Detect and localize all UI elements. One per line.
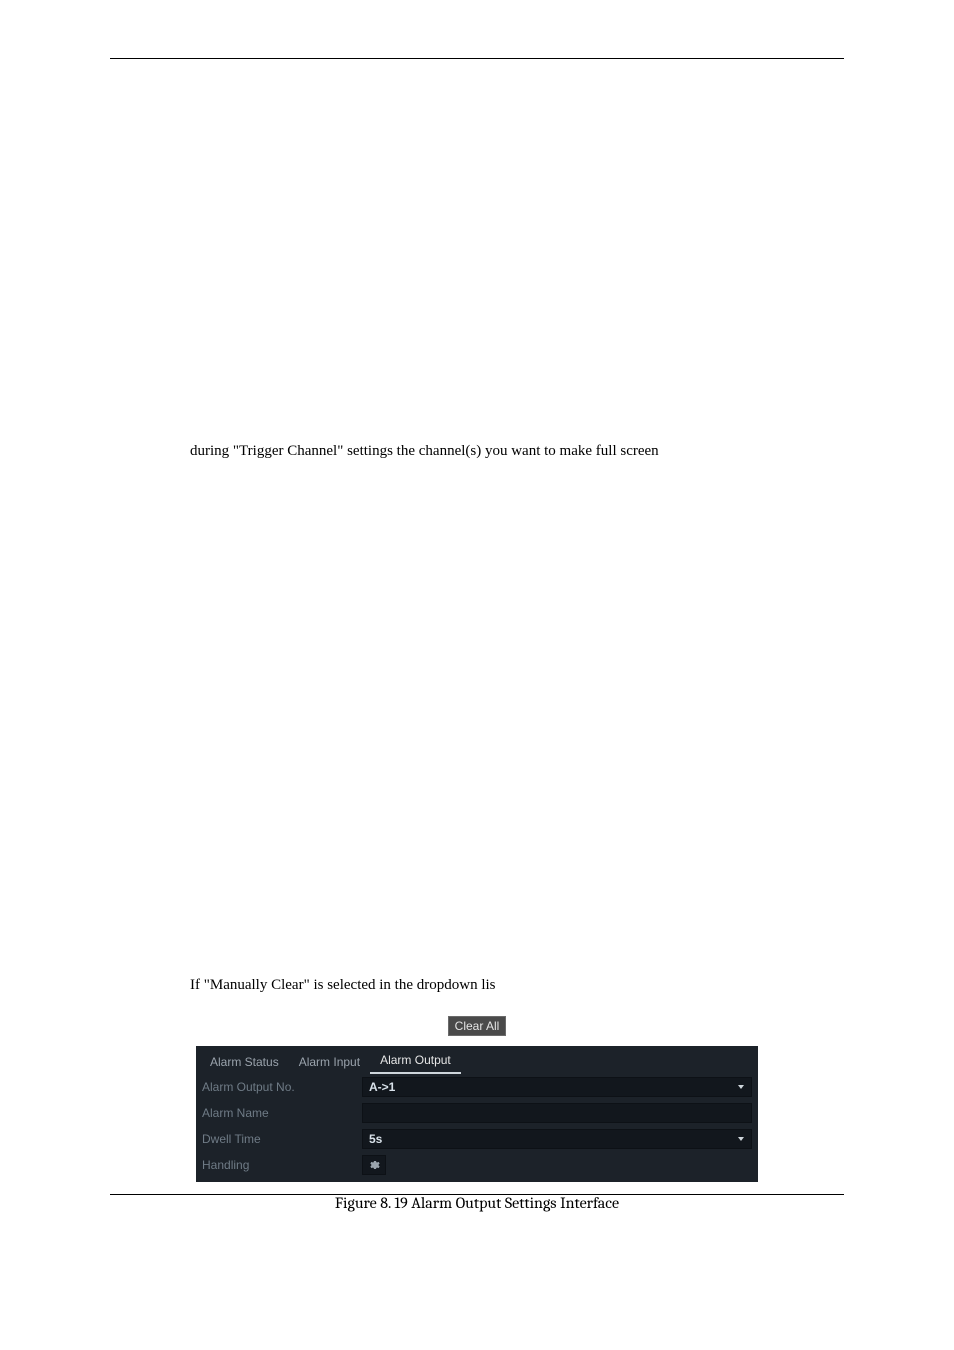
bottom-rule [110,1194,844,1195]
clear-all-button[interactable]: Clear All [448,1016,507,1036]
label-alarm-name: Alarm Name [202,1106,362,1120]
chevron-down-icon [736,1134,746,1144]
tab-alarm-input[interactable]: Alarm Input [289,1052,370,1074]
alarm-output-panel: Alarm Status Alarm Input Alarm Output Al… [196,1046,758,1182]
select-dwell-time[interactable]: 5s [362,1129,752,1149]
label-handling: Handling [202,1158,362,1172]
body-line-manually-clear: If "Manually Clear" is selected in the d… [190,973,844,999]
label-dwell-time: Dwell Time [202,1132,362,1146]
figure-caption: Figure 8. 19 Alarm Output Settings Inter… [110,1194,844,1212]
select-alarm-output-no[interactable]: A->1 [362,1077,752,1097]
alarm-tabs: Alarm Status Alarm Input Alarm Output [196,1046,758,1074]
body-line-trigger-channel: during "Trigger Channel" settings the ch… [190,439,844,465]
input-alarm-name[interactable] [362,1103,752,1123]
chevron-down-icon [736,1082,746,1092]
tab-alarm-output[interactable]: Alarm Output [370,1050,461,1074]
top-rule [110,58,844,59]
select-dwell-time-value: 5s [369,1132,382,1146]
tab-alarm-status[interactable]: Alarm Status [200,1052,289,1074]
gear-icon [368,1159,380,1171]
label-alarm-output-no: Alarm Output No. [202,1080,362,1094]
handling-settings-button[interactable] [362,1155,386,1175]
select-alarm-output-no-value: A->1 [369,1080,395,1094]
